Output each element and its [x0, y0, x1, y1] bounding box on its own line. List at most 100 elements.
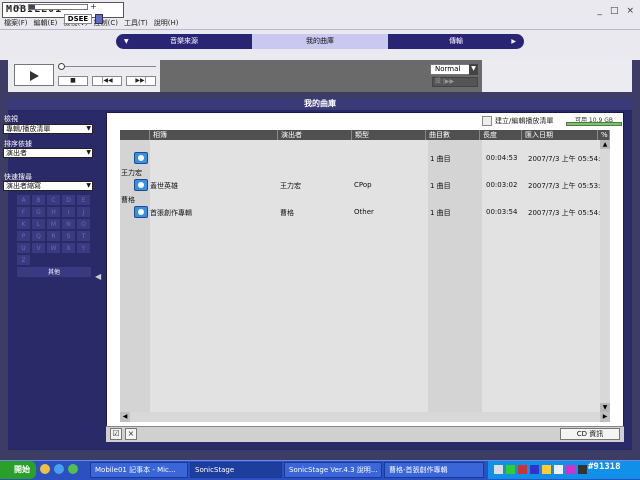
album-cell: 蓋世英雄	[150, 182, 178, 190]
column-header-tracks[interactable]: 曲目數	[426, 130, 480, 140]
previous-button[interactable]: |◀◀	[92, 76, 122, 86]
dsee-button[interactable]: DSEE	[64, 14, 92, 24]
menu-file[interactable]: 檔案(F)	[4, 18, 28, 28]
alpha-filter-button[interactable]: E	[76, 194, 91, 206]
table-row[interactable]: 1 曲目 00:04:53 2007/7/3 上午 05:54:01	[120, 152, 610, 165]
alpha-filter-button[interactable]: W	[46, 242, 61, 254]
alpha-filter-button[interactable]: G	[31, 206, 46, 218]
tab-my-library[interactable]: 我的曲庫	[252, 34, 388, 49]
horizontal-scrollbar[interactable]: ◀ ▶	[120, 412, 610, 422]
chevron-down-icon: ▼	[86, 182, 91, 189]
dsee-indicator	[95, 14, 103, 24]
volume-slider[interactable]	[28, 4, 88, 10]
play-button[interactable]	[14, 64, 54, 86]
column-header-length[interactable]: 長度	[480, 130, 522, 140]
album-icon	[134, 179, 148, 191]
close-button[interactable]: ×	[626, 6, 634, 16]
quick-launch-icon[interactable]	[40, 464, 50, 474]
scroll-down-icon[interactable]: ▼	[600, 403, 610, 412]
minimize-button[interactable]: _	[597, 6, 602, 16]
alpha-filter-button[interactable]: C	[46, 194, 61, 206]
alpha-filter-button[interactable]: R	[46, 230, 61, 242]
scroll-right-icon[interactable]: ▶	[600, 412, 610, 422]
playlist-button[interactable]: 建立/編輯播放清單	[482, 116, 558, 126]
tray-icon[interactable]	[494, 465, 503, 474]
menu-help[interactable]: 說明(H)	[154, 18, 179, 28]
quick-search-select[interactable]: 演出者縮寫 ▼	[3, 181, 93, 191]
alpha-filter-button[interactable]: O	[76, 218, 91, 230]
genre-cell: CPop	[354, 181, 372, 189]
scroll-up-icon[interactable]: ▲	[600, 140, 610, 149]
alpha-filter-button[interactable]: P	[16, 230, 31, 242]
alpha-filter-button[interactable]: M	[46, 218, 61, 230]
tray-icon[interactable]	[578, 465, 587, 474]
playlist-icon	[482, 116, 492, 126]
column-header-artist[interactable]: 演出者	[278, 130, 352, 140]
seek-knob[interactable]	[58, 63, 65, 70]
tab-music-source[interactable]: ▼ 音樂來源	[116, 34, 252, 49]
alpha-filter-button[interactable]: V	[31, 242, 46, 254]
start-button[interactable]: 開始	[0, 461, 36, 479]
taskbar-item[interactable]: SonicStage Ver.4.3 說明...	[284, 462, 382, 478]
menu-tools[interactable]: 工具(T)	[124, 18, 148, 28]
taskbar-item[interactable]: 曹格-首張創作專輯	[384, 462, 484, 478]
tab-transfer[interactable]: 傳輸 ▶	[388, 34, 524, 49]
alpha-filter-button[interactable]: D	[61, 194, 76, 206]
alpha-filter-button[interactable]: Z	[16, 254, 31, 266]
sort-select[interactable]: 演出者 ▼	[3, 148, 93, 158]
alpha-filter-other[interactable]: 其他	[16, 266, 92, 278]
tray-icon[interactable]	[566, 465, 575, 474]
table-row[interactable]: 首張創作專輯 曹格 Other 1 曲目 00:03:54 2007/7/3 上…	[120, 206, 610, 219]
tracks-cell: 1 曲目	[430, 209, 451, 217]
volume-knob[interactable]	[29, 5, 35, 9]
mode-buttons[interactable]: 設 |▶▶	[432, 77, 478, 87]
taskbar-item-active[interactable]: SonicStage	[190, 462, 282, 478]
messenger-icon[interactable]	[68, 464, 78, 474]
alpha-filter-button[interactable]: Y	[76, 242, 91, 254]
alpha-filter-button[interactable]: I	[61, 206, 76, 218]
alpha-filter-button[interactable]: L	[31, 218, 46, 230]
next-button[interactable]: ▶▶|	[126, 76, 156, 86]
tray-icon[interactable]	[506, 465, 515, 474]
alpha-filter-button[interactable]: K	[16, 218, 31, 230]
table-row[interactable]: 蓋世英雄 王力宏 CPop 1 曲目 00:03:02 2007/7/3 上午 …	[120, 179, 610, 192]
group-label: 王力宏	[121, 169, 142, 177]
alpha-filter-button[interactable]: T	[76, 230, 91, 242]
browser-icon[interactable]	[54, 464, 64, 474]
sort-column-header[interactable]	[120, 130, 150, 140]
column-header-import-date[interactable]: 匯入日期	[522, 130, 598, 140]
vertical-scrollbar[interactable]: ▲ ▼	[600, 140, 610, 412]
tray-icon[interactable]	[554, 465, 563, 474]
seek-bar[interactable]	[58, 66, 156, 70]
checkbox-icon[interactable]: ☑	[110, 428, 122, 440]
chevron-down-icon[interactable]: ▼	[469, 64, 478, 75]
alpha-filter-button[interactable]: Q	[31, 230, 46, 242]
tray-icon[interactable]	[530, 465, 539, 474]
menu-edit[interactable]: 編輯(E)	[34, 18, 58, 28]
scroll-left-icon[interactable]: ◀	[120, 412, 130, 422]
collapse-panel-icon[interactable]: ◀	[95, 272, 101, 281]
alpha-filter-button[interactable]: X	[61, 242, 76, 254]
alpha-filter-button[interactable]: A	[16, 194, 31, 206]
library-header: 我的曲庫	[8, 98, 632, 110]
tray-icon[interactable]	[518, 465, 527, 474]
alpha-filter-button[interactable]: B	[31, 194, 46, 206]
alpha-filter-button[interactable]: F	[16, 206, 31, 218]
cd-info-button[interactable]: CD 資訊	[560, 428, 620, 440]
view-select[interactable]: 專輯/播放清單 ▼	[3, 124, 93, 134]
alpha-filter-button[interactable]: N	[61, 218, 76, 230]
alpha-filter-button[interactable]: S	[61, 230, 76, 242]
alpha-filter-button[interactable]: U	[16, 242, 31, 254]
column-header-album[interactable]: 相簿	[150, 130, 278, 140]
maximize-button[interactable]: □	[610, 6, 619, 16]
alpha-filter-button[interactable]: J	[76, 206, 91, 218]
close-icon[interactable]: ×	[125, 428, 137, 440]
genre-cell: Other	[354, 208, 374, 216]
tray-icon[interactable]	[542, 465, 551, 474]
taskbar-item[interactable]: Mobile01 記事本 - Mic...	[90, 462, 188, 478]
column-header-extra[interactable]: %	[598, 130, 610, 140]
column-header-genre[interactable]: 類型	[352, 130, 426, 140]
alpha-filter-button[interactable]: H	[46, 206, 61, 218]
volume-plus-button[interactable]: +	[90, 2, 97, 11]
stop-button[interactable]: ■	[58, 76, 88, 86]
